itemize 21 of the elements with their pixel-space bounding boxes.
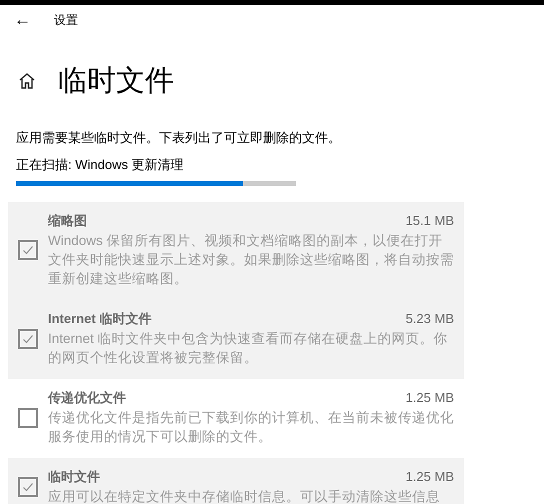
item-description: 传递优化文件是指先前已下载到你的计算机、在当前未被传递优化服务使用的情况下可以删除的文件。 (48, 409, 454, 446)
back-button[interactable]: ← (8, 10, 48, 30)
app-title: 设置 (54, 12, 78, 28)
checkmark-icon (22, 332, 34, 344)
page-description: 应用需要某些临时文件。下表列出了可立即删除的文件。 (16, 129, 342, 147)
item-name: 传递优化文件 (48, 389, 126, 407)
scan-status: 正在扫描: Windows 更新清理 (16, 156, 185, 174)
item-name: Internet 临时文件 (48, 310, 152, 328)
item-name: 缩略图 (48, 212, 87, 230)
item-size: 5.23 MB (406, 310, 454, 328)
item-size: 1.25 MB (406, 389, 454, 407)
checkmark-icon (22, 481, 34, 493)
checkmark-icon (22, 244, 34, 256)
item-description: Windows 保留所有图片、视频和文档缩略图的副本，以便在打开文件夹时能快速显示上述对象。如果删除这些缩略图，将自动按需重新创建这些缩略图。 (48, 232, 454, 288)
item-name: 临时文件 (48, 468, 100, 486)
item-description: Internet 临时文件夹中包含为快速查看而存储在硬盘上的网页。你的网页个性化设置将被完整保留。 (48, 330, 449, 367)
item-size: 15.1 MB (406, 212, 454, 230)
home-icon[interactable] (17, 71, 37, 91)
item-description: 应用可以在特定文件夹中存储临时信息。可以手动清除这些信息 (48, 488, 441, 504)
item-size: 1.25 MB (406, 468, 454, 486)
page-title: 临时文件 (58, 64, 174, 99)
